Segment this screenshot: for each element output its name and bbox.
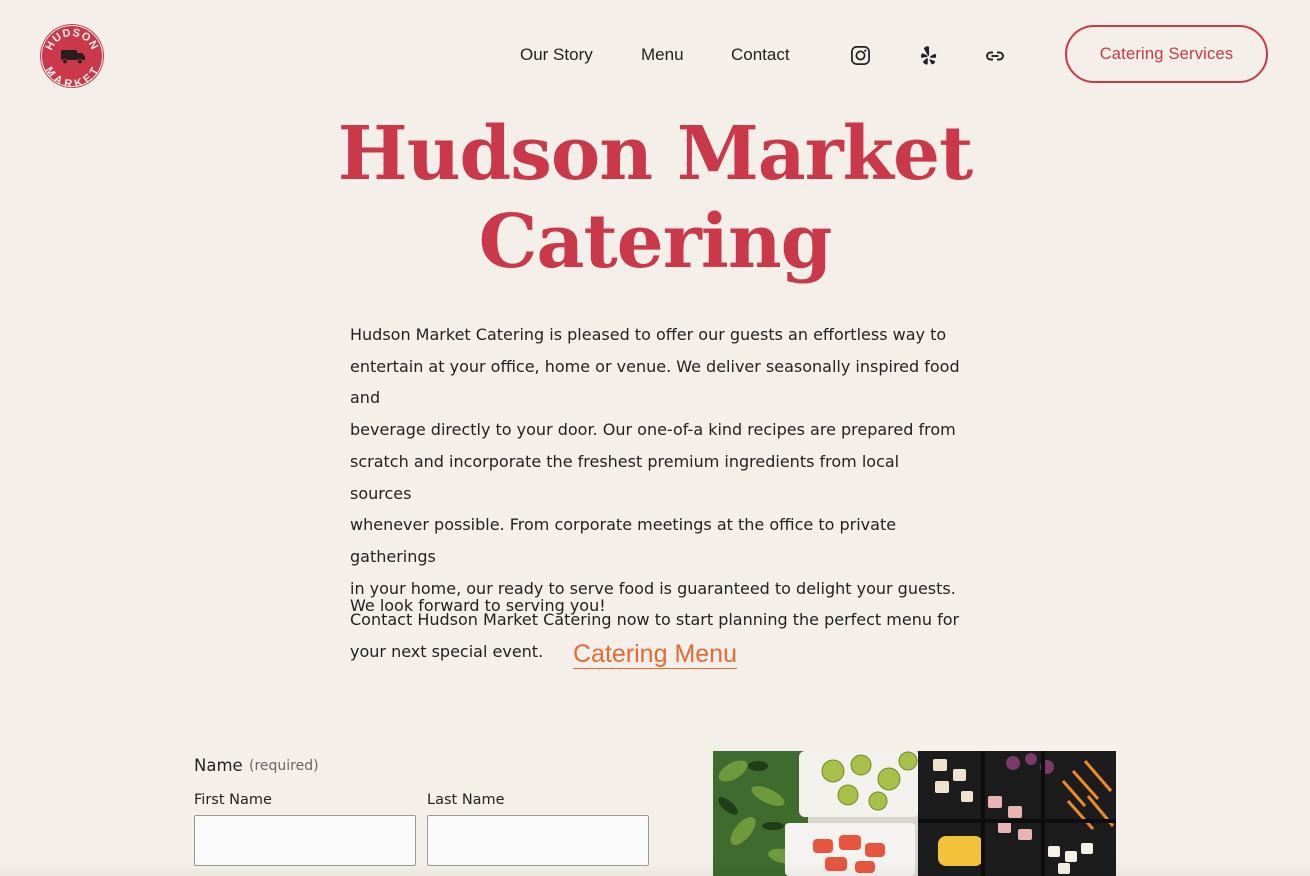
hudson-market-logo[interactable]: HUDSON MARKET [39,23,105,91]
nav-menu[interactable]: Menu [641,45,684,65]
required-label: (required) [249,758,319,774]
last-name-field[interactable] [427,815,649,866]
intro-line: Hudson Market Catering is pleased to off… [350,325,947,344]
yelp-icon[interactable] [918,45,940,67]
catering-menu-link[interactable]: Catering Menu [573,640,737,668]
intro-line: scratch and incorporate the freshest pre… [350,451,900,503]
first-name-label: First Name [194,792,272,808]
nav-contact[interactable]: Contact [731,45,790,65]
instagram-icon[interactable] [850,45,872,67]
logo-badge: HUDSON MARKET [40,24,104,91]
bottom-shadow [0,862,1310,876]
intro-line: whenever possible. From corporate meetin… [350,515,897,566]
intro-line: beverage directly to your door. Our one-… [350,420,956,440]
page-title-line2: Catering [478,199,833,285]
name-label: Name [194,756,243,775]
catering-menu-container: Catering Menu [0,640,1310,669]
page-title-line1: Hudson Market [337,111,973,197]
nav-our-story[interactable]: Our Story [520,45,593,65]
last-name-label: Last Name [427,792,505,808]
closing-text: We look forward to serving you! [350,596,606,615]
page-title: Hudson Market Catering [0,110,1310,286]
link-icon[interactable] [984,45,1006,67]
first-name-field[interactable] [194,815,416,866]
catering-services-button[interactable]: Catering Services [1065,25,1268,83]
intro-line: entertain at your office, home or venue.… [350,356,960,408]
catering-food-photo [713,751,1116,876]
